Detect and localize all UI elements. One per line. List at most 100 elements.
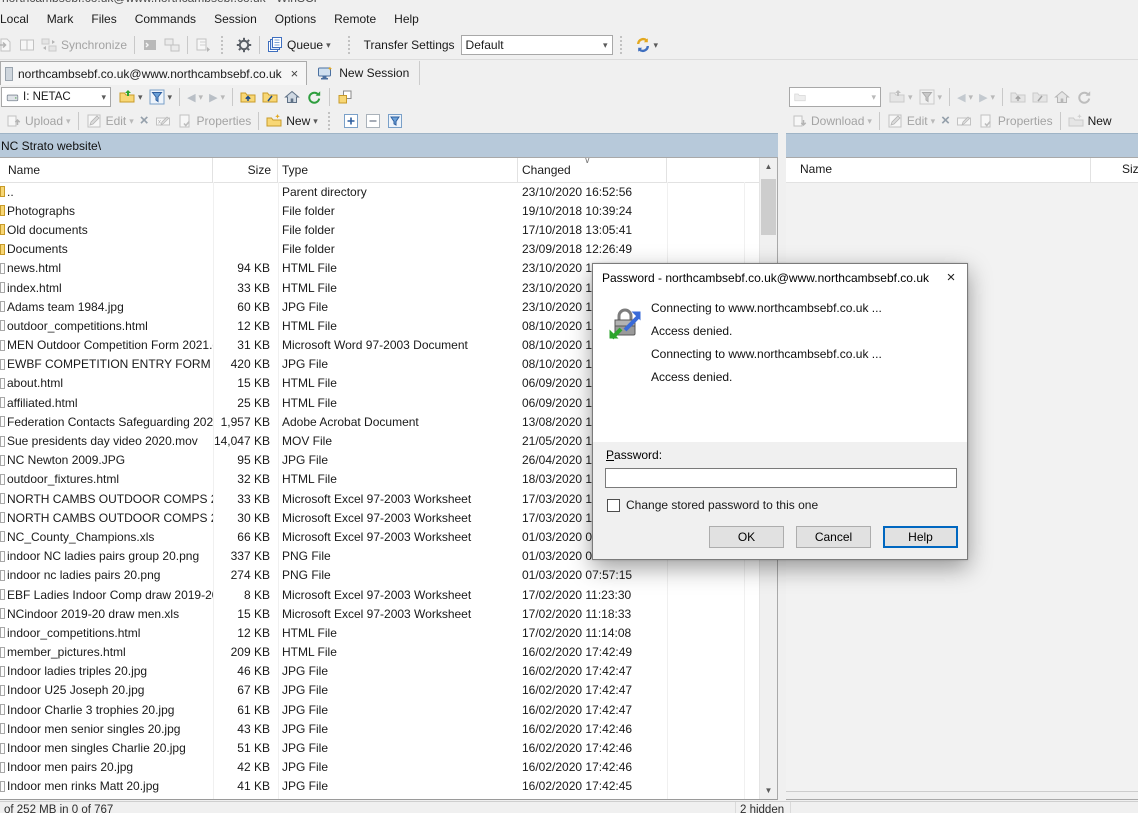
cell: 30 KB xyxy=(213,511,278,525)
menu-item-options[interactable]: Options xyxy=(266,8,325,30)
open-session-button[interactable] xyxy=(0,35,16,55)
remote-open-directory-button[interactable]: ▾ xyxy=(886,87,916,107)
menu-item-mark[interactable]: Mark xyxy=(38,8,83,30)
folder-icon xyxy=(0,224,5,235)
column-header-changed[interactable]: Changed ∨ xyxy=(518,158,667,182)
scroll-up-icon[interactable]: ▲ xyxy=(760,158,777,175)
home-button[interactable] xyxy=(281,87,303,107)
ok-button[interactable]: OK xyxy=(709,526,784,548)
column-header-name[interactable]: Name xyxy=(800,162,832,176)
new-button[interactable]: New ▾ xyxy=(263,111,321,131)
table-row[interactable]: PhotographsFile folder19/10/2018 10:39:2… xyxy=(0,201,760,220)
remote-parent-directory-button[interactable] xyxy=(1007,87,1029,107)
parent-directory-button[interactable] xyxy=(237,87,259,107)
close-icon[interactable]: × xyxy=(935,265,967,291)
remote-filter-button[interactable]: ▾ xyxy=(916,87,946,107)
filter-button[interactable]: ▾ xyxy=(146,87,176,107)
session-tab[interactable]: northcambsebf.co.uk@www.northcambsebf.co… xyxy=(0,61,307,85)
copy-path-button[interactable] xyxy=(334,87,356,107)
select-files-button[interactable] xyxy=(340,111,362,131)
home-icon xyxy=(1054,89,1070,105)
table-row[interactable]: indoor_competitions.html12 KBHTML File17… xyxy=(0,623,760,642)
unselect-files-button[interactable] xyxy=(362,111,384,131)
table-row[interactable]: Indoor Charlie 3 trophies 20.jpg61 KBJPG… xyxy=(0,700,760,719)
menu-item-local[interactable]: Local xyxy=(0,8,38,30)
menu-item-commands[interactable]: Commands xyxy=(126,8,205,30)
transfer-queue-toggle-button[interactable] xyxy=(192,35,214,55)
drive-select[interactable]: I: NETAC ▾ xyxy=(1,87,111,107)
close-tab-icon[interactable]: × xyxy=(291,66,299,81)
column-header-size[interactable]: Size xyxy=(1122,162,1138,176)
table-row[interactable]: member_pictures.html209 KBHTML File16/02… xyxy=(0,643,760,662)
table-row[interactable]: Indoor ladies triples 20.jpg46 KBJPG Fil… xyxy=(0,662,760,681)
table-row[interactable]: Indoor U25 Joseph 20.jpg67 KBJPG File16/… xyxy=(0,681,760,700)
table-row[interactable]: Indoor mixed rinks 20.jpg32 KBJPG File16… xyxy=(0,796,760,799)
remote-directory-select[interactable]: ▾ xyxy=(789,87,881,107)
table-row[interactable]: Indoor men singles Charlie 20.jpg51 KBJP… xyxy=(0,738,760,757)
table-row[interactable]: Indoor men rinks Matt 20.jpg41 KBJPG Fil… xyxy=(0,777,760,796)
table-row[interactable]: DocumentsFile folder23/09/2018 12:26:49 xyxy=(0,240,760,259)
change-password-option[interactable]: Change stored password to this one xyxy=(607,498,818,512)
column-header-size[interactable]: Size xyxy=(213,158,278,182)
column-header-name[interactable]: Name xyxy=(0,158,213,182)
delete-button[interactable]: × xyxy=(137,112,152,130)
open-directory-button[interactable]: ▾ xyxy=(116,87,146,107)
table-row[interactable]: NCindoor 2019-20 draw men.xls15 KBMicros… xyxy=(0,604,760,623)
table-row[interactable]: Indoor men senior singles 20.jpg43 KBJPG… xyxy=(0,719,760,738)
table-row[interactable]: indoor nc ladies pairs 20.png274 KBPNG F… xyxy=(0,566,760,585)
console-button[interactable] xyxy=(139,35,161,55)
remote-properties-button[interactable]: Properties xyxy=(975,111,1056,131)
help-button[interactable]: Help xyxy=(883,526,958,548)
forward-button[interactable]: ▶▾ xyxy=(206,89,228,106)
cancel-button[interactable]: Cancel xyxy=(796,526,871,548)
file-icon xyxy=(0,531,5,542)
table-row[interactable]: Old documentsFile folder17/10/2018 13:05… xyxy=(0,220,760,239)
dialog-titlebar[interactable]: Password - northcambsebf.co.uk@www.north… xyxy=(593,264,967,291)
remote-refresh-button[interactable] xyxy=(1073,87,1095,107)
refresh-button[interactable] xyxy=(303,87,325,107)
column-header-type[interactable]: Type xyxy=(278,158,518,182)
queue-button[interactable]: Queue ▾ xyxy=(264,35,334,55)
properties-button[interactable]: Properties xyxy=(174,111,255,131)
horizontal-scrollbar[interactable] xyxy=(786,791,1138,799)
table-row[interactable]: ..Parent directory23/10/2020 16:52:56 xyxy=(0,182,760,201)
menu-item-files[interactable]: Files xyxy=(82,8,125,30)
cell: Indoor Charlie 3 trophies 20.jpg xyxy=(7,703,213,717)
synchronize-button[interactable]: Synchronize xyxy=(38,35,130,55)
remote-new-button[interactable]: New xyxy=(1065,111,1115,131)
back-button[interactable]: ◀▾ xyxy=(184,89,206,106)
commander-view-button[interactable] xyxy=(16,35,38,55)
menu-item-remote[interactable]: Remote xyxy=(325,8,385,30)
remote-home-button[interactable] xyxy=(1051,87,1073,107)
cell: HTML File xyxy=(278,261,518,275)
new-session-tab[interactable]: New Session xyxy=(307,61,420,85)
password-input[interactable] xyxy=(605,468,957,488)
remote-edit-button[interactable]: Edit ▾ xyxy=(884,111,938,131)
remote-root-directory-button[interactable] xyxy=(1029,87,1051,107)
menu-item-session[interactable]: Session xyxy=(205,8,266,30)
table-row[interactable]: EBF Ladies Indoor Comp draw 2019-20 (1).… xyxy=(0,585,760,604)
transfer-settings-select[interactable]: Default ▾ xyxy=(461,35,613,55)
download-button[interactable]: Download ▾ xyxy=(788,111,875,131)
remote-forward-button[interactable]: ▶▾ xyxy=(976,89,998,106)
cell: NORTH CAMBS OUTDOOR COMPS 2020.xls xyxy=(7,492,213,506)
scroll-down-icon[interactable]: ▼ xyxy=(760,782,777,799)
transfer-options-button[interactable]: ▾ xyxy=(632,35,662,55)
remote-path-bar[interactable] xyxy=(786,133,1138,157)
checkbox-icon[interactable] xyxy=(607,499,620,512)
local-path-bar[interactable]: NC Strato website\ xyxy=(0,133,778,157)
root-directory-button[interactable] xyxy=(259,87,281,107)
edit-button[interactable]: Edit ▾ xyxy=(83,111,137,131)
scrollbar-thumb[interactable] xyxy=(761,179,776,235)
remote-link-button[interactable] xyxy=(161,35,183,55)
preferences-button[interactable] xyxy=(233,35,255,55)
remote-back-button[interactable]: ◀▾ xyxy=(954,89,976,106)
upload-button[interactable]: Upload ▾ xyxy=(2,111,74,131)
selection-filter-button[interactable] xyxy=(384,111,406,131)
menu-item-help[interactable]: Help xyxy=(385,8,428,30)
rename-button[interactable]: x xyxy=(152,111,174,131)
table-row[interactable]: Indoor men pairs 20.jpg42 KBJPG File16/0… xyxy=(0,758,760,777)
remote-rename-button[interactable] xyxy=(953,111,975,131)
remote-delete-button[interactable]: × xyxy=(938,112,953,130)
folder-icon xyxy=(0,244,5,255)
